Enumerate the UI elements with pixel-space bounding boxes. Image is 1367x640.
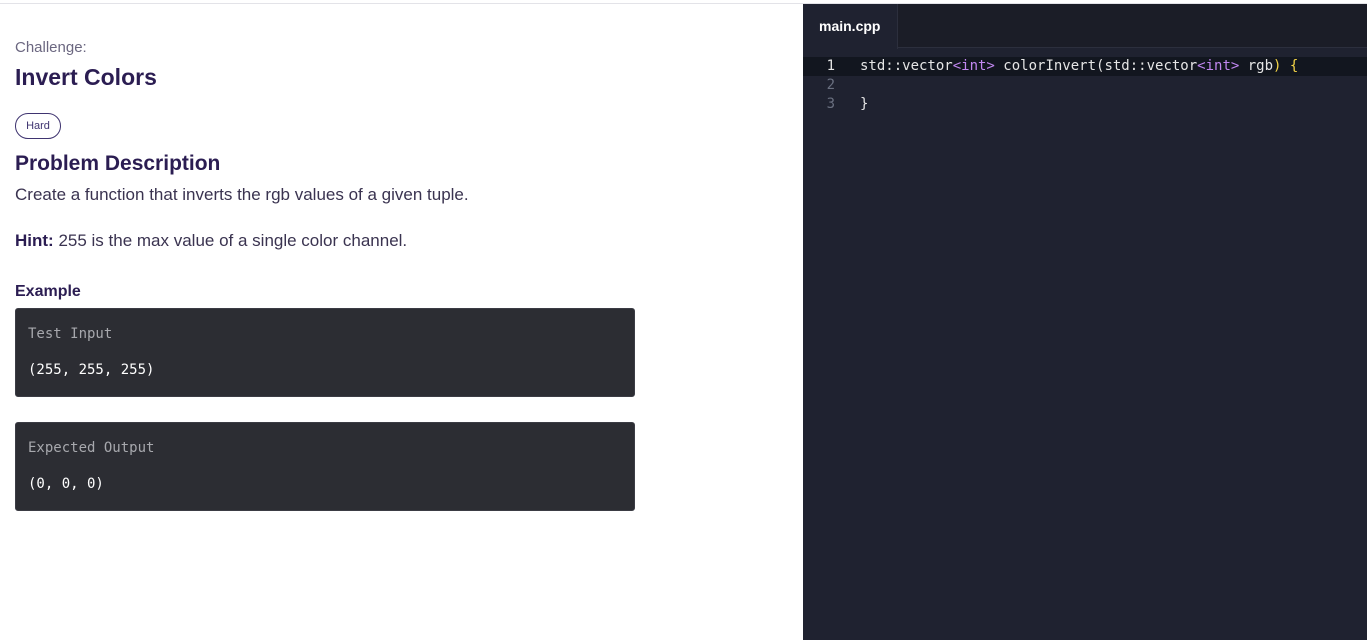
code-token: rgb [1239,58,1274,74]
line-number: 1 [826,58,835,74]
test-input-label: Test Input [28,326,113,342]
hint: Hint: 255 is the max value of a single c… [15,231,407,251]
code-line-1[interactable]: 1 std::vector<int> colorInvert(std::vect… [803,57,1367,76]
line-number: 2 [826,77,835,93]
editor-tab-bar: main.cpp [803,4,1367,49]
challenge-title: Invert Colors [15,64,157,90]
expected-output-box: Expected Output (0, 0, 0) [15,422,635,511]
code-token: colorInvert(std::vector [994,58,1198,74]
difficulty-badge: Hard [15,113,61,139]
problem-description-heading: Problem Description [15,152,221,175]
challenge-label: Challenge: [15,39,87,56]
code-token-keyword: <int> [952,58,995,74]
expected-output-value: (0, 0, 0) [28,476,104,492]
code-token-bracket[interactable]: } [860,95,868,114]
code-line-3[interactable]: 3 } [803,95,1367,114]
hint-text: 255 is the max value of a single color c… [53,231,408,250]
code-text[interactable]: std::vector<int> colorInvert(std::vector… [860,57,1298,76]
code-token-keyword: <int> [1197,58,1240,74]
test-input-value: (255, 255, 255) [28,362,155,378]
line-number: 3 [826,96,835,112]
example-heading: Example [15,283,81,300]
expected-output-label: Expected Output [28,440,155,456]
test-input-box: Test Input (255, 255, 255) [15,308,635,397]
code-token-bracket: { [1281,58,1299,74]
problem-description-text: Create a function that inverts the rgb v… [15,185,469,204]
tab-main-cpp[interactable]: main.cpp [803,4,898,49]
code-line-2[interactable]: 2 [803,76,1367,95]
code-editor[interactable]: main.cpp 1 std::vector<int> colorInvert(… [803,4,1367,640]
hint-label: Hint: [15,231,54,250]
code-token: std::vector [860,58,953,74]
